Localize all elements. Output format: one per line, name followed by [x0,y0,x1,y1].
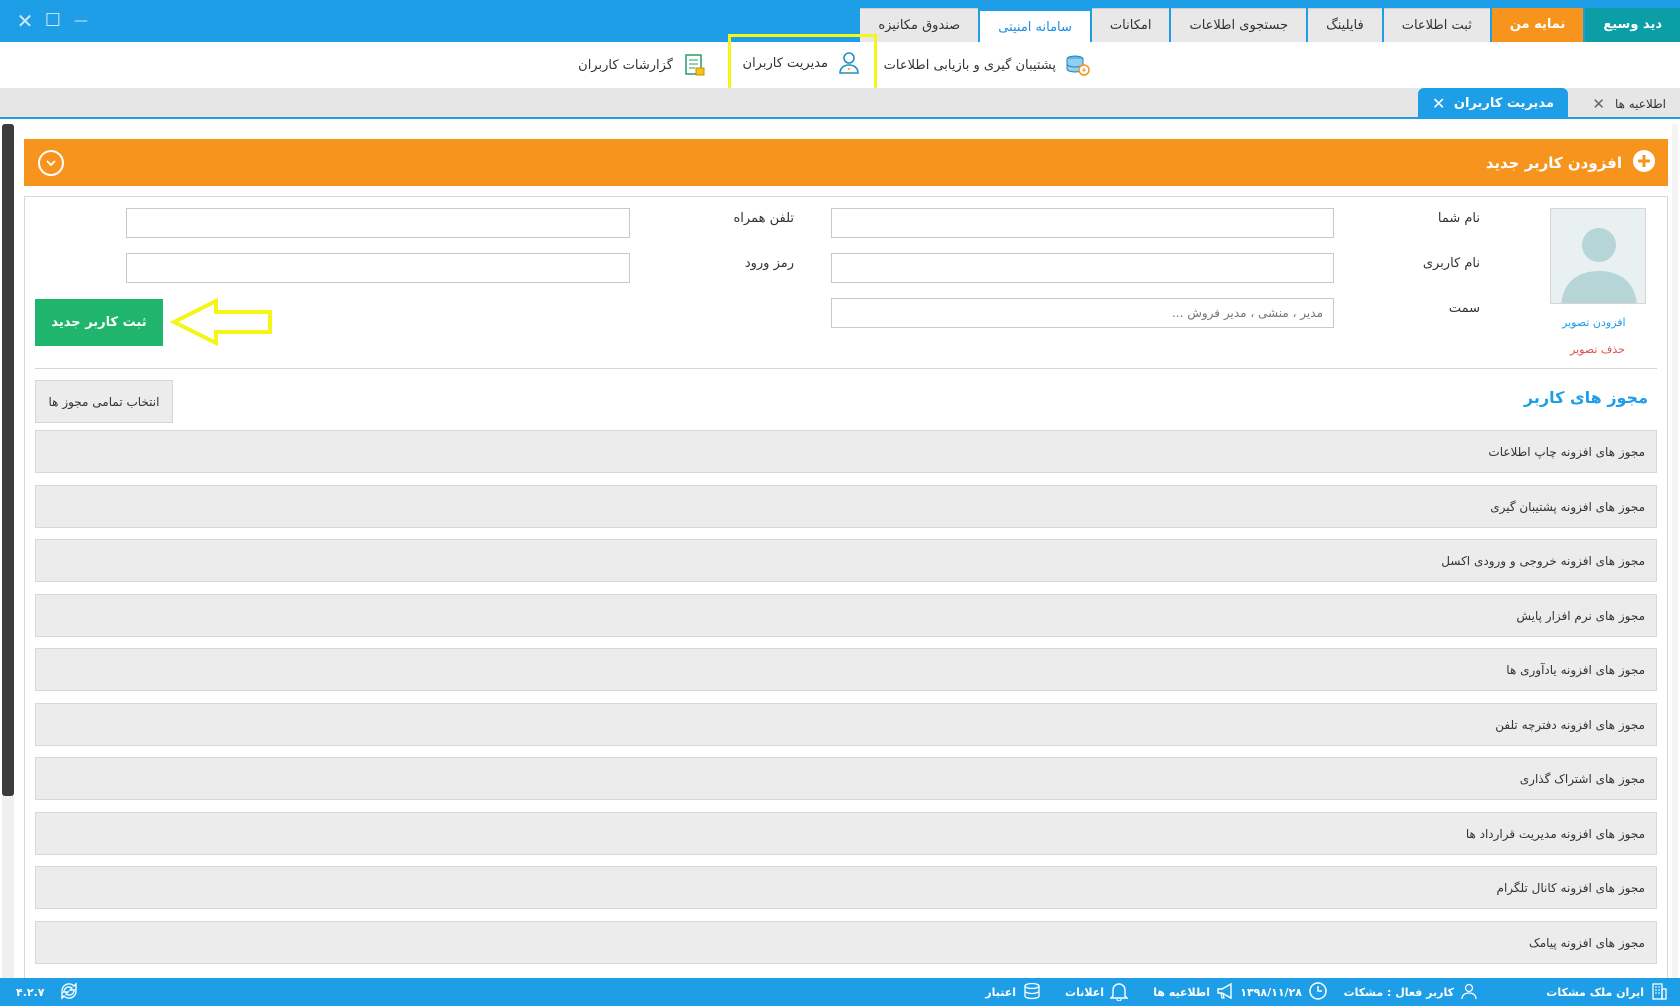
doc-tab-user-management[interactable]: مدیریت کاربران ✕ [1418,88,1568,119]
user-reports-button[interactable]: گزارشات کاربران [578,48,707,82]
database-icon [1064,52,1090,78]
avatar[interactable] [1550,208,1646,304]
permission-label: مجوز های افزونه دفترچه تلفن [1495,717,1645,732]
add-user-panel-header[interactable]: افزودن کاربر جدید [24,139,1668,186]
clock-icon [1308,981,1328,1004]
refresh-icon [58,980,80,1005]
minimize-icon[interactable]: — [68,8,94,34]
tab-filing[interactable]: فایلینگ [1308,8,1382,42]
plus-circle-icon [1632,149,1656,177]
active-user-label: کاربر فعال : مشکات [1343,985,1454,999]
permissions-title: مجوز های کاربر [1523,388,1648,407]
user-reports-label: گزارشات کاربران [578,57,673,73]
permission-row-print[interactable]: مجوز های افزونه چاپ اطلاعات [35,430,1657,473]
close-icon[interactable]: ✕ [1432,94,1445,113]
role-field[interactable] [831,298,1334,328]
username-field[interactable] [831,253,1334,283]
permission-row-backup[interactable]: مجوز های افزونه پشتیبان گیری [35,485,1657,528]
permission-label: مجوز های اشتراک گذاری [1519,771,1645,786]
permission-label: مجوز های افزونه یادآوری ها [1506,662,1645,677]
tab-features[interactable]: امکانات [1091,8,1170,42]
role-label: سمت [1448,301,1480,316]
add-photo-link[interactable]: افزودن تصویر [1562,316,1626,329]
permission-label: مجوز های افزونه مدیریت قرارداد ها [1465,826,1645,841]
permission-label: مجوز های افزونه خروجی و ورودی اکسل [1441,553,1645,568]
panel-title: افزودن کاربر جدید [1486,139,1656,186]
permission-row-sharing[interactable]: مجوز های اشتراک گذاری [35,757,1657,800]
document-tab-row: مدیریت کاربران ✕ اطلاعیه ها ✕ [0,88,1680,119]
notices-label: اطلاعیه ها [1153,985,1210,999]
tab-security[interactable]: سامانه امنیتی [980,8,1090,42]
doc-tab-notices[interactable]: اطلاعیه ها ✕ [1592,88,1666,119]
permission-label: مجوز های افزونه پشتیبان گیری [1490,499,1645,514]
permission-row-excel[interactable]: مجوز های افزونه خروجی و ورودی اکسل [35,539,1657,582]
maximize-icon[interactable]: ☐ [40,8,66,34]
tab-my-profile[interactable]: نمایه من [1491,8,1584,42]
user-management-button[interactable]: مدیریت کاربران [727,34,877,92]
refresh-button[interactable] [58,980,80,1004]
password-label: رمز ورود [744,256,794,271]
permission-row-telegram[interactable]: مجوز های افزونه کانال تلگرام [35,866,1657,909]
permission-label: مجوز های افزونه چاپ اطلاعات [1488,444,1645,459]
permission-row-phonebook[interactable]: مجوز های افزونه دفترچه تلفن [35,703,1657,746]
doc-tab-notices-label: اطلاعیه ها [1614,96,1666,111]
tab-data-entry[interactable]: ثبت اطلاعات [1383,8,1490,42]
right-scroll-track [1672,124,1678,981]
notices-status[interactable]: اطلاعیه ها [1153,980,1238,1004]
report-icon [681,52,707,78]
permission-row-reminders[interactable]: مجوز های افزونه یادآوری ها [35,648,1657,691]
name-label: نام شما [1437,211,1480,226]
tab-wide-view[interactable]: دید وسیع [1585,8,1680,42]
divider [35,368,1657,369]
submit-new-user-button[interactable]: ثبت کاربر جدید [35,299,163,346]
chevron-down-icon[interactable] [38,150,64,176]
user-management-label: مدیریت کاربران [742,55,828,71]
tab-search[interactable]: جستجوی اطلاعات [1171,8,1307,42]
status-bar: ایران ملک مشکات کاربر فعال : مشکات ۱۳۹۸/… [0,978,1680,1006]
active-user[interactable]: کاربر فعال : مشکات [1344,980,1478,1004]
username-label: نام کاربری [1422,256,1480,271]
company-label: ایران ملک مشکات [1546,985,1644,999]
date-label: ۱۳۹۸/۱۱/۲۸ [1240,985,1302,999]
coins-icon [1022,981,1042,1004]
mobile-label: تلفن همراه [733,211,795,226]
tab-cash-box[interactable]: صندوق مکانیزه [860,8,979,42]
permission-label: مجوز های افزونه کانال تلگرام [1496,880,1645,895]
bell-icon [1109,981,1129,1004]
permission-label: مجوز های نرم افزار پایش [1516,608,1645,623]
credit-status[interactable]: اعتبار [985,980,1042,1004]
user-icon [1460,982,1478,1003]
panel-title-text: افزودن کاربر جدید [1485,153,1622,172]
megaphone-icon [1216,982,1238,1003]
date-display: ۱۳۹۸/۱۱/۲۸ [1240,980,1328,1004]
permission-label: مجوز های افزونه پیامک [1528,935,1645,950]
delete-photo-link[interactable]: حذف تصویر [1570,343,1625,356]
user-silhouette-icon [1551,209,1645,303]
version-label: ۴.۲.۷ [16,985,45,999]
credit-label: اعتبار [985,985,1016,999]
company-name: ایران ملک مشکات [1546,980,1668,1004]
ribbon-toolbar: پشتیبان گیری و بازیابی اطلاعات مدیریت کا… [0,34,1680,92]
arrow-left-icon [170,298,272,346]
vertical-scrollbar[interactable] [2,124,14,981]
permission-row-contracts[interactable]: مجوز های افزونه مدیریت قرارداد ها [35,812,1657,855]
version: ۴.۲.۷ [16,980,45,1004]
password-field[interactable] [126,253,630,283]
scrollbar-thumb[interactable] [2,124,14,796]
doc-tab-label: مدیریت کاربران [1453,96,1554,111]
mobile-field[interactable] [126,208,630,238]
top-tab-bar: دید وسیع نمایه من ثبت اطلاعات فایلینگ جس… [858,8,1680,42]
name-field[interactable] [831,208,1334,238]
building-icon [1650,982,1668,1003]
select-all-permissions-button[interactable]: انتخاب تمامی مجوز ها [35,380,173,423]
backup-restore-button[interactable]: پشتیبان گیری و بازیابی اطلاعات [884,48,1090,82]
close-icon[interactable]: ✕ [12,8,38,34]
permission-row-sms[interactable]: مجوز های افزونه پیامک [35,921,1657,964]
messages-label: اعلانات [1065,985,1104,999]
backup-restore-label: پشتیبان گیری و بازیابی اطلاعات [883,57,1056,73]
close-icon[interactable]: ✕ [1592,95,1605,113]
messages-status[interactable]: اعلانات [1065,980,1129,1004]
user-icon [836,50,862,76]
permission-row-monitoring[interactable]: مجوز های نرم افزار پایش [35,594,1657,637]
